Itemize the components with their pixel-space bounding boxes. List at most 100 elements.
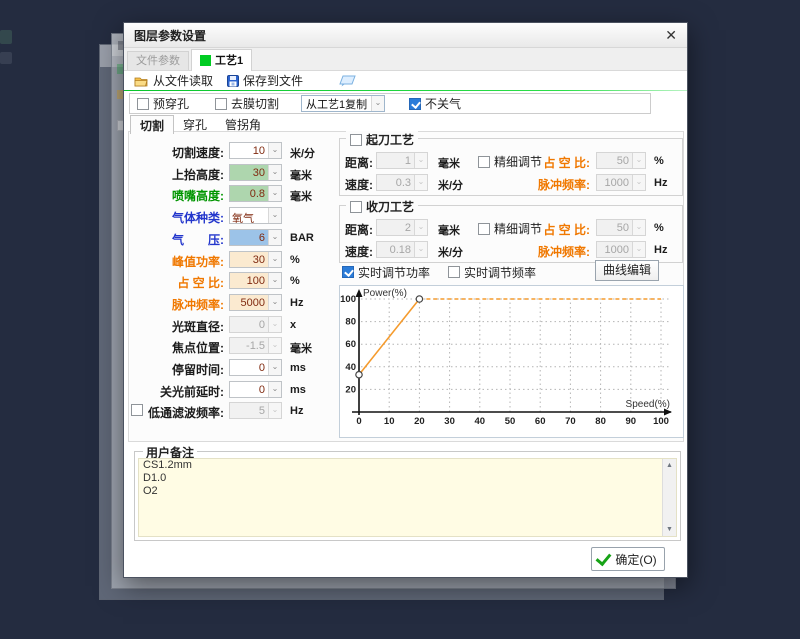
- value-combo[interactable]: 氧气⌄: [229, 207, 282, 224]
- no-gas-off-label: 不关气: [425, 95, 461, 112]
- chevron-down-icon: ⌄: [632, 220, 645, 235]
- tab-file-params-label: 文件参数: [136, 55, 180, 67]
- lead-out-value-combo[interactable]: 2⌄: [376, 219, 428, 236]
- lead-out-value-combo-value: 0.18: [377, 242, 414, 257]
- film-cut-checkbox[interactable]: [215, 98, 227, 110]
- lead-out-unit: 毫米: [438, 222, 460, 238]
- user-notes-textarea[interactable]: CS1.2mmD1.0O2 ▲ ▼: [138, 458, 677, 537]
- value-combo[interactable]: -1.5⌄: [229, 337, 282, 354]
- dialog-titlebar[interactable]: 图层参数设置 ✕: [124, 23, 687, 48]
- value-combo[interactable]: 5⌄: [229, 402, 282, 419]
- chevron-down-icon: ⌄: [268, 382, 281, 397]
- ok-button[interactable]: 确定(O): [591, 547, 665, 571]
- chevron-down-icon: ⌄: [268, 252, 281, 267]
- value-combo[interactable]: 0⌄: [229, 316, 282, 333]
- y-tick-label: 20: [345, 384, 356, 395]
- value-combo-value: 5000: [230, 295, 268, 310]
- value-combo[interactable]: 0⌄: [229, 359, 282, 376]
- chevron-down-icon: ⌄: [632, 153, 645, 168]
- read-from-file-label: 从文件读取: [153, 72, 213, 89]
- lead-out-orange-combo[interactable]: 50⌄: [596, 219, 646, 236]
- lead-in-value-combo[interactable]: 0.3⌄: [376, 174, 428, 191]
- desktop-background: 确定(O) 图层参数设置 ✕ 文件参数 工艺1 从文件读取: [0, 0, 800, 639]
- tab-process-1[interactable]: 工艺1: [191, 49, 252, 71]
- lead-in-unit: 毫米: [438, 155, 460, 171]
- value-combo[interactable]: 30⌄: [229, 251, 282, 268]
- curve-edit-button[interactable]: 曲线编辑: [595, 260, 659, 281]
- lead-out-checkbox[interactable]: [350, 201, 362, 213]
- y-axis-arrow-icon: [356, 289, 363, 297]
- ok-button-label: 确定(O): [615, 551, 656, 568]
- lead-in-group: 起刀工艺 距离:1⌄毫米精细调节占 空 比:50⌄%速度:0.3⌄米/分脉冲频率…: [339, 138, 683, 196]
- scroll-down-icon[interactable]: ▼: [663, 523, 676, 536]
- y-tick-label: 80: [345, 317, 356, 328]
- lead-in-checkbox[interactable]: [350, 134, 362, 146]
- chevron-down-icon: ⌄: [414, 175, 427, 190]
- note-button[interactable]: [335, 72, 360, 90]
- realtime-freq-checkbox[interactable]: [448, 266, 460, 278]
- field-unit: 毫米: [290, 340, 312, 356]
- x-tick-label: 40: [475, 416, 486, 427]
- value-combo-value: 0.8: [230, 186, 268, 201]
- tab-process-1-label: 工艺1: [215, 52, 243, 70]
- dialog-toolbar: 从文件读取 保存到文件: [124, 71, 687, 90]
- realtime-power-checkbox[interactable]: [342, 266, 354, 278]
- subtab-cut[interactable]: 切割: [130, 115, 174, 134]
- close-icon[interactable]: ✕: [665, 28, 677, 42]
- value-combo[interactable]: 0⌄: [229, 381, 282, 398]
- value-combo[interactable]: 6⌄: [229, 229, 282, 246]
- x-tick-label: 30: [444, 416, 455, 427]
- value-combo[interactable]: 100⌄: [229, 272, 282, 289]
- curve-point-marker: [416, 296, 422, 302]
- open-folder-icon: [134, 75, 149, 87]
- value-combo[interactable]: 5000⌄: [229, 294, 282, 311]
- lead-in-value-combo[interactable]: 1⌄: [376, 152, 428, 169]
- note-line: D1.0: [139, 472, 676, 485]
- realtime-freq-label: 实时调节频率: [464, 264, 536, 281]
- lead-out-fine-tune-checkbox[interactable]: [478, 223, 490, 235]
- layer-params-dialog: 图层参数设置 ✕ 文件参数 工艺1 从文件读取: [123, 22, 688, 578]
- tab-file-params[interactable]: 文件参数: [127, 51, 189, 70]
- field-unit: Hz: [290, 405, 303, 417]
- notes-scrollbar[interactable]: ▲ ▼: [662, 459, 676, 536]
- chevron-down-icon: ⌄: [268, 360, 281, 375]
- value-combo[interactable]: 0.8⌄: [229, 185, 282, 202]
- lead-out-value-combo-value: 2: [377, 220, 414, 235]
- value-combo-value: 30: [230, 165, 268, 180]
- save-disk-icon: [227, 75, 239, 87]
- x-tick-label: 60: [535, 416, 546, 427]
- lead-in-orange-combo[interactable]: 1000⌄: [596, 174, 646, 191]
- chevron-down-icon: ⌄: [268, 230, 281, 245]
- x-tick-label: 100: [653, 416, 669, 427]
- lead-in-label: 速度:: [345, 176, 373, 193]
- no-gas-off-checkbox[interactable]: [409, 98, 421, 110]
- lead-out-orange-combo[interactable]: 1000⌄: [596, 241, 646, 258]
- field-label: 关光前延时:: [129, 383, 224, 400]
- pre-pierce-checkbox[interactable]: [137, 98, 149, 110]
- lead-out-orange-unit: Hz: [654, 244, 667, 256]
- lead-in-fine-tune-checkbox[interactable]: [478, 156, 490, 168]
- subtab-corner[interactable]: 管拐角: [216, 115, 270, 132]
- chevron-down-icon: ⌄: [268, 338, 281, 353]
- copy-from-process-dropdown[interactable]: 从工艺1复制 ⌄: [301, 95, 385, 112]
- y-tick-label: 60: [345, 339, 356, 350]
- lead-out-value-combo[interactable]: 0.18⌄: [376, 241, 428, 258]
- power-curve-solid: [359, 299, 419, 375]
- value-combo[interactable]: 10⌄: [229, 142, 282, 159]
- value-combo[interactable]: 30⌄: [229, 164, 282, 181]
- value-combo-value: 氧气: [230, 208, 268, 223]
- lead-in-orange-combo[interactable]: 50⌄: [596, 152, 646, 169]
- field-unit: Hz: [290, 297, 303, 309]
- options-row: 预穿孔 去膜切割 从工艺1复制 ⌄ 不关气: [129, 93, 651, 114]
- subtab-pierce[interactable]: 穿孔: [174, 115, 216, 132]
- save-to-file-button[interactable]: 保存到文件: [223, 72, 307, 90]
- check-icon: [596, 549, 612, 566]
- power-speed-chart-panel: 010203040506070809010020406080100Power(%…: [339, 285, 684, 438]
- value-combo-value: 30: [230, 252, 268, 267]
- scroll-up-icon[interactable]: ▲: [663, 459, 676, 472]
- read-from-file-button[interactable]: 从文件读取: [130, 72, 217, 90]
- x-tick-label: 90: [626, 416, 637, 427]
- main-tabstrip: 文件参数 工艺1: [124, 48, 687, 71]
- field-unit: ms: [290, 362, 306, 374]
- field-unit: BAR: [290, 232, 314, 244]
